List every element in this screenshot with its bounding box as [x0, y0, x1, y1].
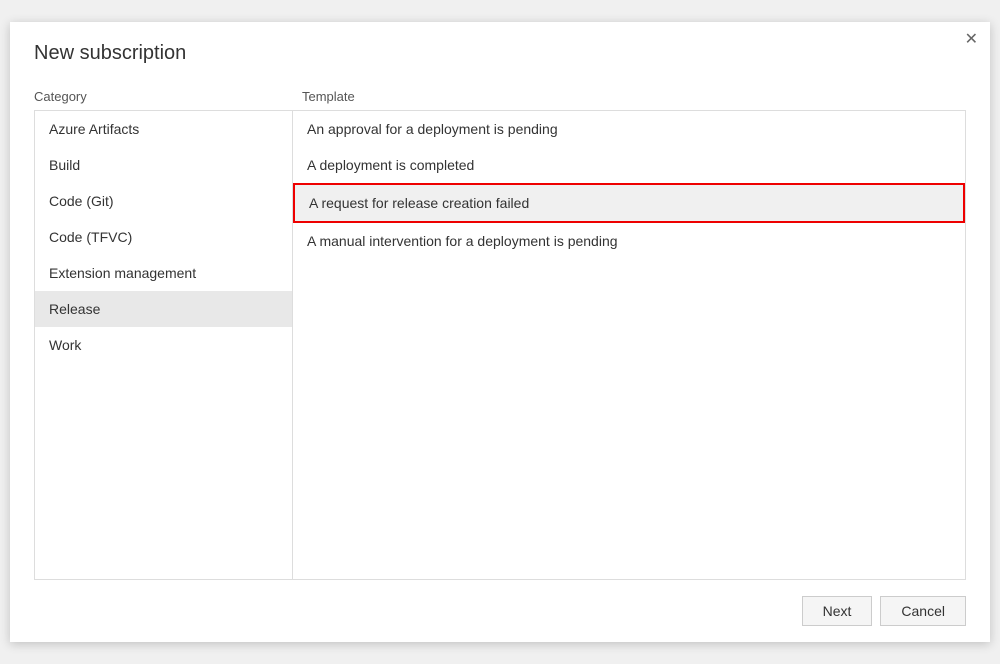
next-button[interactable]: Next	[802, 596, 873, 626]
dialog-footer: Next Cancel	[10, 580, 990, 642]
category-item-release[interactable]: Release	[35, 291, 292, 327]
category-item-code-tfvc[interactable]: Code (TFVC)	[35, 219, 292, 255]
category-item-extension-management[interactable]: Extension management	[35, 255, 292, 291]
category-column-header: Category	[34, 89, 292, 104]
close-button[interactable]: ✕	[965, 32, 978, 48]
column-headers: Category Template	[34, 81, 966, 110]
template-column: An approval for a deployment is pendingA…	[293, 111, 965, 579]
new-subscription-dialog: ✕ New subscription Category Template Azu…	[10, 22, 990, 642]
columns-container: Azure ArtifactsBuildCode (Git)Code (TFVC…	[34, 110, 966, 580]
category-item-code-git[interactable]: Code (Git)	[35, 183, 292, 219]
template-item-release-creation-failed[interactable]: A request for release creation failed	[293, 183, 965, 223]
template-item-deployment-completed[interactable]: A deployment is completed	[293, 147, 965, 183]
template-item-manual-intervention[interactable]: A manual intervention for a deployment i…	[293, 223, 965, 259]
cancel-button[interactable]: Cancel	[880, 596, 966, 626]
category-item-azure-artifacts[interactable]: Azure Artifacts	[35, 111, 292, 147]
dialog-body: Category Template Azure ArtifactsBuildCo…	[10, 81, 990, 580]
category-item-work[interactable]: Work	[35, 327, 292, 363]
category-item-build[interactable]: Build	[35, 147, 292, 183]
dialog-title: New subscription	[10, 22, 990, 81]
template-item-approval-pending[interactable]: An approval for a deployment is pending	[293, 111, 965, 147]
template-column-header: Template	[302, 89, 966, 104]
category-column: Azure ArtifactsBuildCode (Git)Code (TFVC…	[35, 111, 293, 579]
